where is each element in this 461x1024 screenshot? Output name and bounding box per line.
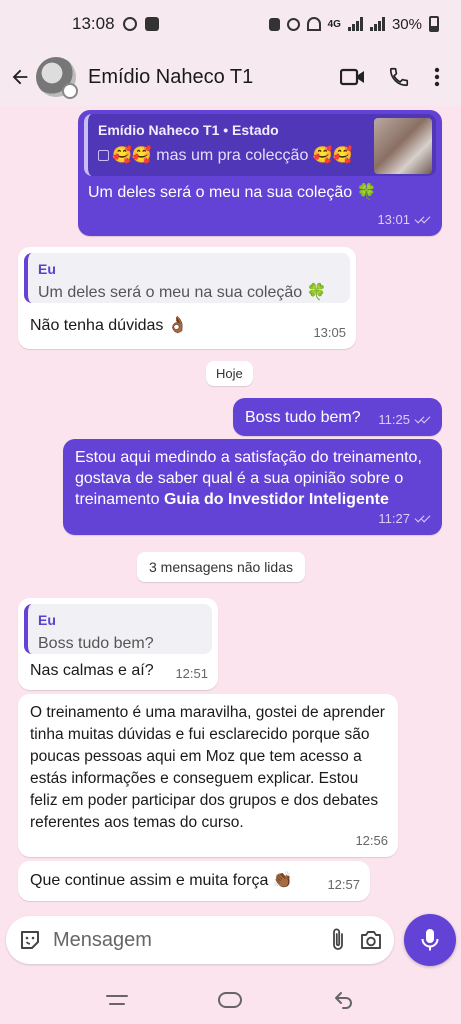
quote-author: Eu [38,612,56,628]
chat-header: Emídio Naheco T1 [0,48,461,106]
message-incoming[interactable]: O treinamento é uma maravilha, gostei de… [18,694,398,857]
read-ticks-icon [414,514,432,524]
message-outgoing[interactable]: Estou aqui medindo a satisfação do trein… [63,439,442,535]
voice-call-icon[interactable] [379,57,419,97]
message-outgoing[interactable]: Emídio Naheco T1 • Estado 🥰🥰 mas um pra … [78,110,442,236]
video-call-icon[interactable] [333,57,373,97]
message-text: Nas calmas e aí? [30,662,154,679]
message-incoming[interactable]: Eu Boss tudo bem? Nas calmas e aí? 12:51 [18,598,218,690]
quote-text: Um deles será o meu na sua coleção 🍀 [38,284,327,301]
quote-text: 🥰🥰 mas um pra colecção 🥰🥰 [112,147,353,164]
message-time: 12:51 [175,666,208,681]
clock: 13:08 [72,14,115,33]
alarm-icon [286,17,300,31]
message-time: 12:57 [327,877,360,892]
sticker-icon[interactable] [16,922,43,958]
home-icon[interactable] [210,985,250,1015]
recent-apps-icon[interactable] [97,985,137,1015]
battery-icon [429,16,439,32]
attach-icon[interactable] [324,922,351,958]
message-incoming[interactable]: Eu Um deles será o meu na sua coleção 🍀 … [18,247,356,349]
back-arrow-icon[interactable] [6,63,34,91]
message-text: O treinamento é uma maravilha, gostei de… [30,704,385,831]
signal-2-icon [369,17,385,31]
lock-icon [268,17,280,31]
status-thumbnail[interactable] [374,118,432,174]
signal-icon [347,17,363,31]
message-text: Não tenha dúvidas 👌🏾 [30,317,188,334]
whatsapp-notification-icon [122,17,137,31]
hotspot-icon [306,17,321,31]
quote-author: Eu [38,261,56,277]
quote-text: Boss tudo bem? [38,635,154,652]
battery-percent: 30% [391,15,422,33]
microphone-button[interactable] [404,914,456,966]
chat-area[interactable]: Emídio Naheco T1 • Estado 🥰🥰 mas um pra … [0,106,461,910]
avatar[interactable] [36,57,78,99]
back-nav-icon[interactable] [324,985,364,1015]
message-text: Estou aqui medindo a satisfação do trein… [75,447,427,510]
message-input[interactable] [53,928,318,952]
quoted-message[interactable]: Eu Boss tudo bem? [24,604,212,654]
quoted-status[interactable]: Emídio Naheco T1 • Estado 🥰🥰 mas um pra … [84,114,436,176]
unread-divider: 3 mensagens não lidas [137,552,305,582]
image-icon [98,150,109,161]
message-time: 13:01 [377,212,410,227]
microphone-icon [421,929,439,951]
network-type: 4G [327,18,341,30]
message-outgoing[interactable]: Boss tudo bem? 11:25 [233,398,442,436]
message-time: 13:05 [313,325,346,340]
message-composer [6,916,394,964]
read-ticks-icon [414,215,432,225]
contact-name[interactable]: Emídio Naheco T1 [88,66,327,89]
message-text: Um deles será o meu na sua coleção 🍀 [88,184,377,201]
date-divider: Hoje [206,361,253,386]
quoted-message[interactable]: Eu Um deles será o meu na sua coleção 🍀 [24,253,350,303]
camera-icon[interactable] [357,922,384,958]
more-options-icon[interactable] [425,57,449,97]
message-time: 11:25 [378,412,410,427]
status-ring-icon [62,83,78,99]
message-text: Boss tudo bem? [245,409,361,426]
training-name: Guia do Investidor Inteligente [163,491,389,508]
youtube-notification-icon [144,17,159,31]
message-time: 11:27 [378,511,410,526]
message-incoming[interactable]: Que continue assim e muita força 👏🏾 12:5… [18,861,370,901]
read-ticks-icon [414,415,432,425]
system-nav-bar [0,976,461,1024]
message-time: 12:56 [355,833,388,848]
message-text: Que continue assim e muita força 👏🏾 [30,872,293,889]
status-bar: 13:08 4G 30% [0,0,461,48]
